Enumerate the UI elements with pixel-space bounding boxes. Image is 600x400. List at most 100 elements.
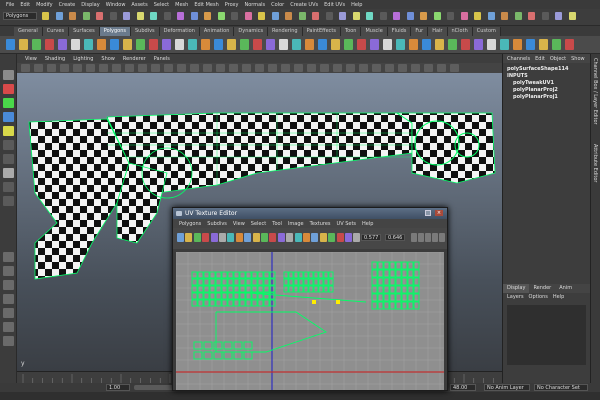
shelf-tool-icon[interactable] [58, 39, 67, 50]
panel-toolbar-icon[interactable] [125, 64, 134, 72]
status-line-icon[interactable] [190, 12, 198, 20]
shelf-tool-icon[interactable] [110, 39, 119, 50]
shelf-tab-surfaces[interactable]: Surfaces [69, 27, 100, 36]
shelf-tool-icon[interactable] [214, 39, 223, 50]
close-icon[interactable]: × [435, 210, 443, 216]
shelf-tool-icon[interactable] [318, 39, 327, 50]
channel-input-item[interactable]: polyPlanarProj1 [503, 94, 590, 101]
status-line-icon[interactable] [447, 12, 454, 20]
status-line-icon[interactable] [339, 12, 346, 20]
panel-menu-lighting[interactable]: Lighting [69, 56, 97, 62]
uv-tool-icon[interactable] [177, 233, 184, 242]
status-line-icon[interactable] [393, 12, 400, 20]
uv-menu-help[interactable]: Help [359, 221, 376, 227]
uv-field-v[interactable]: 0.646 [385, 234, 405, 241]
panel-menu-show[interactable]: Show [97, 56, 119, 62]
shelf-tab-custom[interactable]: Custom [472, 27, 501, 36]
shelf-tab-ncloth[interactable]: nCloth [447, 27, 473, 36]
toolbox-tool-icon[interactable] [3, 112, 14, 122]
range-start-field[interactable]: 1.00 [106, 384, 130, 391]
uv-grid-area[interactable] [175, 251, 444, 390]
uv-tool-icon[interactable] [303, 233, 310, 242]
panel-toolbar-icon[interactable] [424, 64, 433, 72]
menu-color[interactable]: Color [268, 2, 287, 8]
menu-edit[interactable]: Edit [17, 2, 33, 8]
shelf-tab-fluids[interactable]: Fluids [387, 27, 412, 36]
toolbox-tool-icon[interactable] [3, 196, 14, 206]
uv-menu-uv-sets[interactable]: UV Sets [334, 221, 360, 227]
shelf-tool-icon[interactable] [292, 39, 301, 50]
status-line-icon[interactable] [109, 12, 117, 20]
shelf-tab-animation[interactable]: Animation [199, 27, 235, 36]
uv-tool-icon[interactable] [294, 233, 302, 242]
status-line-icon[interactable] [177, 12, 184, 20]
panel-toolbar-icon[interactable] [229, 64, 238, 72]
status-line-icon[interactable] [123, 12, 130, 20]
character-set-dropdown[interactable]: No Character Set [534, 384, 588, 391]
panel-menu-view[interactable]: View [21, 56, 41, 62]
panel-toolbar-icon[interactable] [203, 64, 212, 72]
shelf-tool-icon[interactable] [344, 39, 353, 50]
panel-toolbar-icon[interactable] [268, 64, 277, 72]
uv-tool-icon[interactable] [328, 233, 336, 242]
status-line-icon[interactable] [258, 12, 265, 20]
panel-toolbar-icon[interactable] [47, 64, 56, 72]
toolbox-tool-icon[interactable] [3, 182, 14, 192]
shelf-tab-general[interactable]: General [14, 27, 43, 36]
status-line-icon[interactable] [555, 12, 562, 20]
panel-toolbar-icon[interactable] [450, 64, 459, 72]
layer-tab-display[interactable]: Display [503, 284, 530, 293]
status-line-icon[interactable] [55, 12, 63, 20]
toolbox-tool-icon[interactable] [3, 126, 14, 136]
status-line-icon[interactable] [514, 12, 522, 20]
layout-preset-icon[interactable] [3, 252, 14, 262]
status-line-icon[interactable] [231, 12, 238, 20]
shelf-tool-icon[interactable] [565, 39, 574, 50]
channel-menu-show[interactable]: Show [571, 56, 585, 62]
shelf-tool-icon[interactable] [32, 39, 41, 50]
status-line-icon[interactable] [298, 12, 306, 20]
uv-tool-icon[interactable] [244, 233, 252, 242]
uv-texture-editor-window[interactable]: UV Texture Editor × Polygons Subdivs View S… [172, 207, 448, 391]
status-line-icon[interactable] [325, 12, 333, 20]
shelf-tool-icon[interactable] [123, 39, 132, 50]
layout-preset-icon[interactable] [3, 322, 14, 332]
status-line-icon[interactable] [420, 12, 427, 20]
status-line-icon[interactable] [352, 12, 360, 20]
status-line-icon[interactable] [42, 12, 49, 20]
shelf-tool-icon[interactable] [448, 39, 457, 50]
status-line-icon[interactable] [244, 12, 252, 20]
status-line-icon[interactable] [271, 12, 279, 20]
panel-toolbar-icon[interactable] [385, 64, 394, 72]
shelf-tool-icon[interactable] [45, 39, 54, 50]
menu-create-uvs[interactable]: Create UVs [287, 2, 321, 8]
panel-toolbar-icon[interactable] [294, 64, 303, 72]
shelf-tool-icon[interactable] [331, 39, 340, 50]
uv-menu-tool[interactable]: Tool [269, 221, 285, 227]
layout-preset-icon[interactable] [3, 336, 14, 346]
menu-edit-mesh[interactable]: Edit Mesh [191, 2, 221, 8]
menu-help[interactable]: Help [348, 2, 365, 8]
panel-toolbar-icon[interactable] [372, 64, 381, 72]
uv-field-u[interactable]: 0.577 [361, 234, 381, 241]
uv-tool-icon[interactable] [353, 233, 361, 242]
uv-tool-icon[interactable] [252, 233, 260, 242]
menu-window[interactable]: Window [103, 2, 129, 8]
shelf-tab-curves[interactable]: Curves [42, 27, 70, 36]
shelf-tool-icon[interactable] [71, 39, 80, 50]
shelf-tool-icon[interactable] [19, 39, 28, 50]
menu-display[interactable]: Display [78, 2, 102, 8]
side-tab-channel-box[interactable]: Channel Box / Layer Editor [592, 58, 598, 138]
shelf-tool-icon[interactable] [357, 39, 366, 50]
status-line-icon[interactable] [474, 12, 481, 20]
status-line-icon[interactable] [541, 12, 549, 20]
channel-box-shape[interactable]: polySurfaceShape114 [503, 66, 590, 73]
shelf-tool-icon[interactable] [383, 39, 392, 50]
shelf-tab-polygons[interactable]: Polygons [99, 27, 131, 36]
shelf-tab-painteffects[interactable]: PaintEffects [302, 27, 341, 36]
panel-toolbar-icon[interactable] [34, 64, 43, 72]
panel-toolbar-icon[interactable] [242, 64, 251, 72]
uv-menu-image[interactable]: Image [285, 221, 307, 227]
shelf-tab-dynamics[interactable]: Dynamics [234, 27, 269, 36]
status-line-icon[interactable] [150, 12, 157, 20]
